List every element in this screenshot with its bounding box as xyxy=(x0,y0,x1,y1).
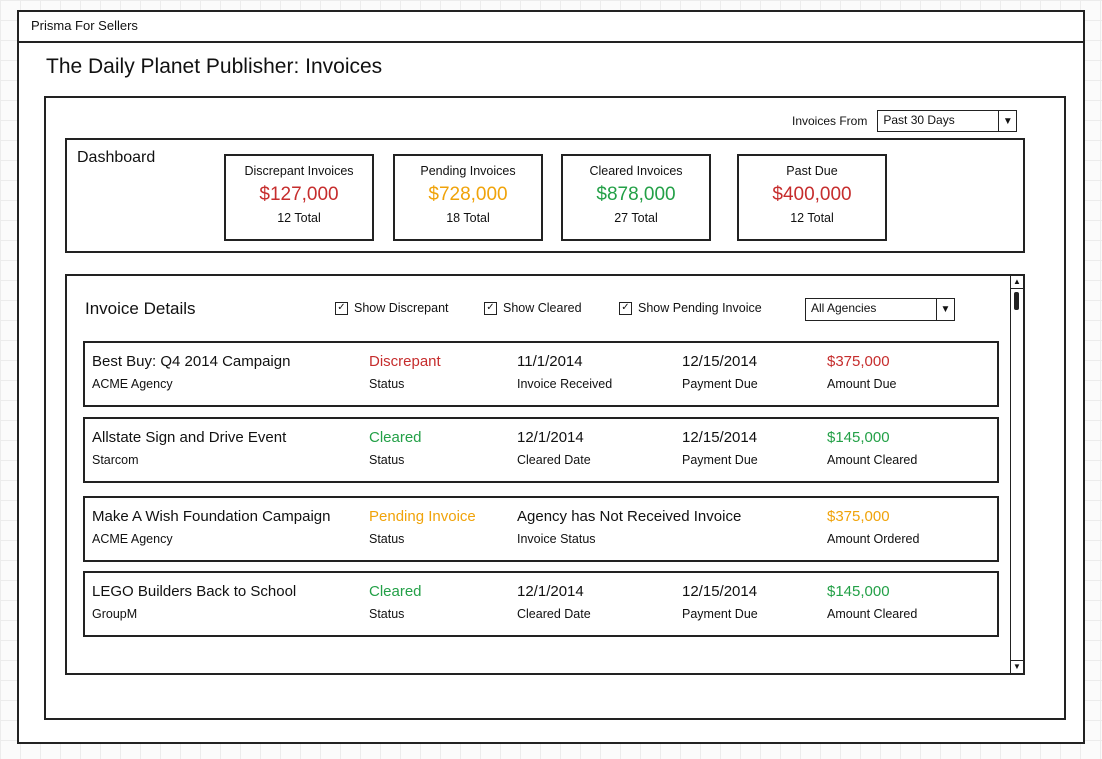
campaign-name: Best Buy: Q4 2014 Campaign xyxy=(92,353,291,370)
date-label: Cleared Date xyxy=(517,607,591,621)
scroll-thumb[interactable] xyxy=(1014,292,1019,310)
amount-value: $145,000 xyxy=(827,429,890,446)
card-amount: $878,000 xyxy=(596,184,676,205)
main-panel: Invoices From Past 30 Days ▼ Dashboard D… xyxy=(44,96,1066,720)
amount-label: Amount Ordered xyxy=(827,532,920,546)
app-title: Prisma For Sellers xyxy=(31,18,138,33)
due-date-label: Payment Due xyxy=(682,377,758,391)
status-value: Pending Invoice xyxy=(369,508,476,525)
invoice-status-value: Agency has Not Received Invoice xyxy=(517,508,742,525)
agency-name: ACME Agency xyxy=(92,377,173,391)
invoices-from-select[interactable]: Past 30 Days ▼ xyxy=(877,110,1018,132)
agencies-value: All Agencies xyxy=(811,301,877,315)
status-label: Status xyxy=(369,532,405,546)
check-icon[interactable]: ✓ xyxy=(484,301,497,315)
invoice-row[interactable]: LEGO Builders Back to School GroupM Clea… xyxy=(83,571,999,637)
invoice-details-title: Invoice Details xyxy=(85,299,196,318)
status-value: Discrepant xyxy=(369,353,441,370)
card-amount: $127,000 xyxy=(259,184,339,205)
discrepant-invoices-card[interactable]: Discrepant Invoices $127,000 12 Total xyxy=(224,154,374,241)
agency-name: GroupM xyxy=(92,607,138,621)
scroll-up-icon[interactable]: ▲ xyxy=(1011,276,1023,289)
card-total: 12 Total xyxy=(277,211,321,225)
amount-value: $145,000 xyxy=(827,583,890,600)
amount-value: $375,000 xyxy=(827,353,890,370)
agency-name: ACME Agency xyxy=(92,532,173,546)
show-cleared-checkbox[interactable]: ✓ Show Cleared xyxy=(484,301,582,315)
invoice-row[interactable]: Make A Wish Foundation Campaign ACME Age… xyxy=(83,496,999,562)
status-label: Status xyxy=(369,377,405,391)
scroll-down-icon[interactable]: ▼ xyxy=(1011,660,1023,673)
campaign-name: Make A Wish Foundation Campaign xyxy=(92,508,331,525)
card-title: Cleared Invoices xyxy=(589,164,683,178)
invoice-details-panel: Invoice Details ✓ Show Discrepant ✓ Show… xyxy=(65,274,1025,675)
date-label: Invoice Received xyxy=(517,377,613,391)
status-label: Status xyxy=(369,453,405,467)
due-date-value: 12/15/2014 xyxy=(682,353,758,370)
invoices-from-filter: Invoices From Past 30 Days ▼ xyxy=(792,110,1018,132)
card-total: 18 Total xyxy=(446,211,490,225)
show-discrepant-checkbox[interactable]: ✓ Show Discrepant xyxy=(335,301,449,315)
checkbox-label: Show Cleared xyxy=(503,301,582,315)
invoices-from-value: Past 30 Days xyxy=(883,113,955,127)
dashboard-title: Dashboard xyxy=(77,149,156,166)
pending-invoices-card[interactable]: Pending Invoices $728,000 18 Total xyxy=(393,154,543,241)
campaign-name: Allstate Sign and Drive Event xyxy=(92,429,287,446)
invoice-row[interactable]: Best Buy: Q4 2014 Campaign ACME Agency D… xyxy=(83,341,999,407)
amount-label: Amount Cleared xyxy=(827,453,918,467)
checkbox-label: Show Discrepant xyxy=(354,301,449,315)
check-icon[interactable]: ✓ xyxy=(619,301,632,315)
date-value: 11/1/2014 xyxy=(517,353,583,370)
vertical-scrollbar[interactable]: ▲ ▼ xyxy=(1010,276,1023,673)
status-label: Status xyxy=(369,607,405,621)
due-date-label: Payment Due xyxy=(682,607,758,621)
card-amount: $400,000 xyxy=(772,184,852,205)
dashboard-panel: Dashboard Discrepant Invoices $127,000 1… xyxy=(65,138,1025,253)
due-date-value: 12/15/2014 xyxy=(682,429,758,446)
invoice-status-label: Invoice Status xyxy=(517,532,596,546)
due-date-value: 12/15/2014 xyxy=(682,583,758,600)
date-value: 12/1/2014 xyxy=(517,429,584,446)
card-total: 27 Total xyxy=(614,211,658,225)
app-window: Prisma For Sellers The Daily Planet Publ… xyxy=(17,10,1085,744)
due-date-label: Payment Due xyxy=(682,453,758,467)
status-value: Cleared xyxy=(369,429,422,446)
amount-label: Amount Cleared xyxy=(827,607,918,621)
invoices-from-label: Invoices From xyxy=(792,114,868,128)
title-bar: Prisma For Sellers xyxy=(19,12,1083,43)
chevron-down-icon[interactable]: ▼ xyxy=(936,299,954,320)
card-title: Pending Invoices xyxy=(420,164,516,178)
agency-name: Starcom xyxy=(92,453,139,467)
invoice-row[interactable]: Allstate Sign and Drive Event Starcom Cl… xyxy=(83,417,999,483)
card-title: Discrepant Invoices xyxy=(244,164,354,178)
agencies-select[interactable]: All Agencies ▼ xyxy=(805,298,955,321)
card-amount: $728,000 xyxy=(428,184,508,205)
amount-value: $375,000 xyxy=(827,508,890,525)
status-value: Cleared xyxy=(369,583,422,600)
card-title: Past Due xyxy=(786,164,838,178)
date-label: Cleared Date xyxy=(517,453,591,467)
cleared-invoices-card[interactable]: Cleared Invoices $878,000 27 Total xyxy=(561,154,711,241)
card-total: 12 Total xyxy=(790,211,834,225)
campaign-name: LEGO Builders Back to School xyxy=(92,583,297,600)
check-icon[interactable]: ✓ xyxy=(335,301,348,315)
amount-label: Amount Due xyxy=(827,377,897,391)
chevron-down-icon[interactable]: ▼ xyxy=(998,111,1016,131)
show-pending-invoice-checkbox[interactable]: ✓ Show Pending Invoice xyxy=(619,301,762,315)
page-title: The Daily Planet Publisher: Invoices xyxy=(46,55,383,78)
checkbox-label: Show Pending Invoice xyxy=(638,301,762,315)
date-value: 12/1/2014 xyxy=(517,583,584,600)
past-due-card[interactable]: Past Due $400,000 12 Total xyxy=(737,154,887,241)
